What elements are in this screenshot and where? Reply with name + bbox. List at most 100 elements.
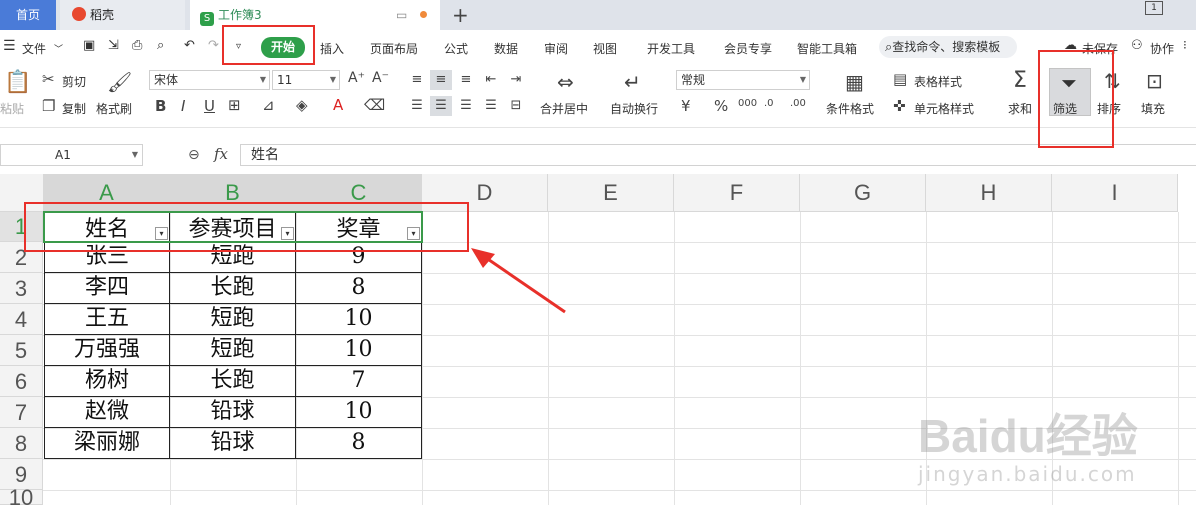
cut-button[interactable]: 剪切 <box>62 73 86 90</box>
table-cell[interactable]: 万强强 <box>44 335 170 366</box>
collab-button[interactable]: 协作 <box>1150 40 1174 57</box>
table-cell[interactable]: 10 <box>296 397 422 428</box>
cell-style-button[interactable]: 单元格样式 <box>914 100 974 117</box>
copy-button[interactable]: 复制 <box>62 100 86 117</box>
underline-icon[interactable]: U <box>204 97 215 115</box>
font-shrink-icon[interactable]: A⁻ <box>372 70 389 86</box>
name-box[interactable]: A1 ▼ <box>0 144 143 166</box>
format-painter-icon[interactable]: 🖌 <box>107 70 132 94</box>
border-icon[interactable]: ⊞ <box>228 96 241 114</box>
hamburger-icon[interactable]: ☰ <box>3 38 16 54</box>
clear-format-icon[interactable]: ⌫ <box>364 96 385 114</box>
decimal-decrease-icon[interactable]: .00 <box>790 98 806 109</box>
erase-icon[interactable]: ⊿ <box>262 96 275 114</box>
percent-icon[interactable]: % <box>714 97 728 115</box>
menu-member[interactable]: 会员专享 <box>724 40 772 57</box>
column-header-i[interactable]: I <box>1052 174 1178 212</box>
table-cell[interactable]: 长跑 <box>170 273 296 304</box>
zoom-icon[interactable]: ⊖ <box>188 147 200 163</box>
menu-formula[interactable]: 公式 <box>444 40 468 57</box>
merge-icon[interactable]: ⇔ <box>557 70 574 94</box>
row-header-4[interactable]: 4 <box>0 304 43 335</box>
align-middle-icon[interactable]: ≡ <box>430 70 452 90</box>
menu-insert[interactable]: 插入 <box>320 40 344 57</box>
align-bottom-icon[interactable]: ≡ <box>455 70 477 90</box>
format-painter-label[interactable]: 格式刷 <box>96 100 132 117</box>
justify-icon[interactable]: ☰ <box>480 96 502 116</box>
italic-icon[interactable]: I <box>181 97 185 115</box>
undo-icon[interactable]: ↶ <box>184 38 195 53</box>
row-header-6[interactable]: 6 <box>0 366 43 397</box>
indent-decrease-icon[interactable]: ⇤ <box>480 70 502 90</box>
table-cell[interactable]: 10 <box>296 304 422 335</box>
share-icon[interactable]: ⁝ <box>1183 38 1187 52</box>
export-icon[interactable]: ⇲ <box>108 38 119 53</box>
column-header-e[interactable]: E <box>548 174 674 212</box>
row-header-10[interactable]: 10 <box>0 487 43 509</box>
table-cell[interactable]: 10 <box>296 335 422 366</box>
currency-icon[interactable]: ¥ <box>681 97 691 115</box>
menu-smart-tools[interactable]: 智能工具箱 <box>797 40 857 57</box>
table-cell[interactable]: 短跑 <box>170 304 296 335</box>
paste-icon[interactable]: 📋 <box>4 70 31 95</box>
column-header-g[interactable]: G <box>800 174 926 212</box>
table-cell[interactable]: 李四 <box>44 273 170 304</box>
font-grow-icon[interactable]: A⁺ <box>348 70 365 86</box>
table-cell[interactable]: 杨树 <box>44 366 170 397</box>
menu-data[interactable]: 数据 <box>494 40 518 57</box>
fx-icon[interactable]: fx <box>214 145 228 163</box>
redo-icon[interactable]: ↷ <box>208 38 219 53</box>
column-header-h[interactable]: H <box>926 174 1052 212</box>
table-cell[interactable]: 长跑 <box>170 366 296 397</box>
menu-developer[interactable]: 开发工具 <box>647 40 695 57</box>
command-search[interactable]: ⌕查找命令、搜索模板 <box>879 36 1017 58</box>
row-header-3[interactable]: 3 <box>0 273 43 304</box>
row-header-8[interactable]: 8 <box>0 428 43 459</box>
menu-review[interactable]: 审阅 <box>544 40 568 57</box>
table-cell[interactable]: 铅球 <box>170 428 296 459</box>
conditional-format-button[interactable]: 条件格式 <box>826 100 874 117</box>
fill-color-icon[interactable]: ◈ <box>296 96 308 114</box>
table-cell[interactable]: 铅球 <box>170 397 296 428</box>
menu-file[interactable]: 文件 <box>22 40 46 57</box>
fill-button[interactable]: 填充 <box>1141 100 1165 117</box>
indent-increase-icon[interactable]: ⇥ <box>505 70 527 90</box>
table-cell[interactable]: 7 <box>296 366 422 397</box>
chevron-down-icon[interactable]: ﹀ <box>54 42 63 55</box>
row-header-7[interactable]: 7 <box>0 397 43 428</box>
distribute-icon[interactable]: ⊟ <box>505 96 527 116</box>
decimal-increase-icon[interactable]: .0 <box>764 98 774 109</box>
new-tab-button[interactable]: + <box>452 3 469 27</box>
sum-button[interactable]: 求和 <box>1008 100 1032 117</box>
font-name-select[interactable]: 宋体 ▼ <box>149 70 270 90</box>
number-format-select[interactable]: 常规 ▼ <box>676 70 810 90</box>
table-cell[interactable]: 赵微 <box>44 397 170 428</box>
merge-center-button[interactable]: 合并居中 <box>540 100 588 117</box>
align-center-icon[interactable]: ☰ <box>430 96 452 116</box>
tab-home[interactable]: 首页 <box>0 0 56 30</box>
menu-view[interactable]: 视图 <box>593 40 617 57</box>
tab-docer[interactable]: 稻壳 <box>60 0 185 30</box>
align-left-icon[interactable]: ☰ <box>406 96 428 116</box>
fill-icon[interactable]: ⊡ <box>1146 69 1163 93</box>
paste-label[interactable]: 粘贴 <box>0 100 24 117</box>
font-size-select[interactable]: 11 ▼ <box>272 70 340 90</box>
save-icon[interactable]: ▣ <box>83 38 95 53</box>
table-cell[interactable]: 王五 <box>44 304 170 335</box>
table-cell[interactable]: 短跑 <box>170 335 296 366</box>
print-icon[interactable]: ⎙ <box>132 38 142 53</box>
monitor-icon[interactable]: ▭ <box>396 0 407 30</box>
align-top-icon[interactable]: ≡ <box>406 70 428 90</box>
row-header-5[interactable]: 5 <box>0 335 43 366</box>
wrap-text-button[interactable]: 自动换行 <box>610 100 658 117</box>
bold-icon[interactable]: B <box>155 97 166 115</box>
table-cell[interactable]: 8 <box>296 273 422 304</box>
align-right-icon[interactable]: ☰ <box>455 96 477 116</box>
conditional-format-icon[interactable]: ▦ <box>845 70 864 94</box>
wrap-icon[interactable]: ↵ <box>624 70 641 94</box>
menu-page-layout[interactable]: 页面布局 <box>370 40 418 57</box>
thousands-icon[interactable]: 000 <box>738 98 757 109</box>
font-color-icon[interactable]: A <box>333 96 343 114</box>
chevron-down-icon[interactable]: ▼ <box>132 145 138 165</box>
print-preview-icon[interactable]: ⌕ <box>157 38 164 53</box>
